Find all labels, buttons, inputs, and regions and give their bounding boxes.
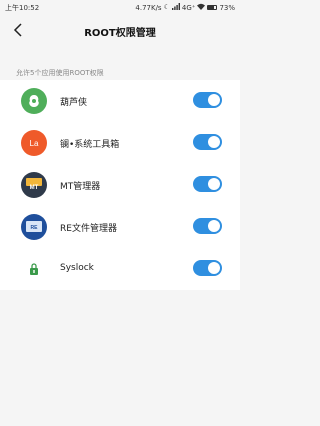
toggle-knob	[208, 178, 220, 190]
app-icon-text: RE	[30, 225, 38, 231]
list-item[interactable]: Syslock	[0, 248, 240, 290]
huluxia-icon	[21, 88, 47, 114]
root-toggle[interactable]	[193, 134, 222, 150]
list-item[interactable]: RE RE文件管理器	[0, 206, 240, 248]
toggle-knob	[208, 262, 220, 274]
network-type: 4G⁺	[181, 3, 196, 12]
root-toggle[interactable]	[193, 218, 222, 234]
status-right: 4.77K/s ☾ 4G⁺ 73%	[135, 3, 235, 12]
la-toolbox-icon: La	[21, 130, 47, 156]
status-time: 上午10:52	[5, 4, 40, 12]
battery-fill	[208, 6, 215, 9]
app-name: 葫芦侠	[60, 98, 88, 108]
app-name: Syslock	[60, 263, 94, 273]
app-name: 镧•系统工具箱	[60, 140, 120, 150]
signal-icon	[171, 3, 180, 12]
app-list: 葫芦侠 La 镧•系统工具箱 MT MT管理器 RE RE文件管理器 Syslo…	[0, 80, 240, 290]
battery-icon	[207, 5, 218, 10]
toggle-knob	[208, 136, 220, 148]
mt-manager-icon: MT	[21, 172, 47, 198]
battery-percent: 73%	[219, 3, 235, 12]
header: ROOT权限管理	[0, 18, 240, 44]
app-name: RE文件管理器	[60, 224, 117, 234]
page-title: ROOT权限管理	[84, 28, 156, 39]
list-item[interactable]: La 镧•系统工具箱	[0, 122, 240, 164]
moon-icon: ☾	[163, 3, 170, 11]
wifi-icon	[197, 3, 206, 12]
list-item[interactable]: 葫芦侠	[0, 80, 240, 122]
status-bar: 上午10:52 4.77K/s ☾ 4G⁺ 73%	[0, 0, 240, 14]
section-header: 允许5个应用使用ROOT权限	[16, 69, 104, 77]
network-speed: 4.77K/s	[135, 3, 162, 12]
root-toggle[interactable]	[193, 92, 222, 108]
toggle-knob	[208, 94, 220, 106]
root-toggle[interactable]	[193, 176, 222, 192]
re-file-manager-icon: RE	[21, 214, 47, 240]
app-name: MT管理器	[60, 182, 101, 192]
syslock-icon	[21, 256, 47, 282]
root-toggle[interactable]	[193, 260, 222, 276]
app-icon-text: MT	[29, 185, 39, 191]
app-icon-text: La	[29, 138, 39, 148]
list-item[interactable]: MT MT管理器	[0, 164, 240, 206]
toggle-knob	[208, 220, 220, 232]
